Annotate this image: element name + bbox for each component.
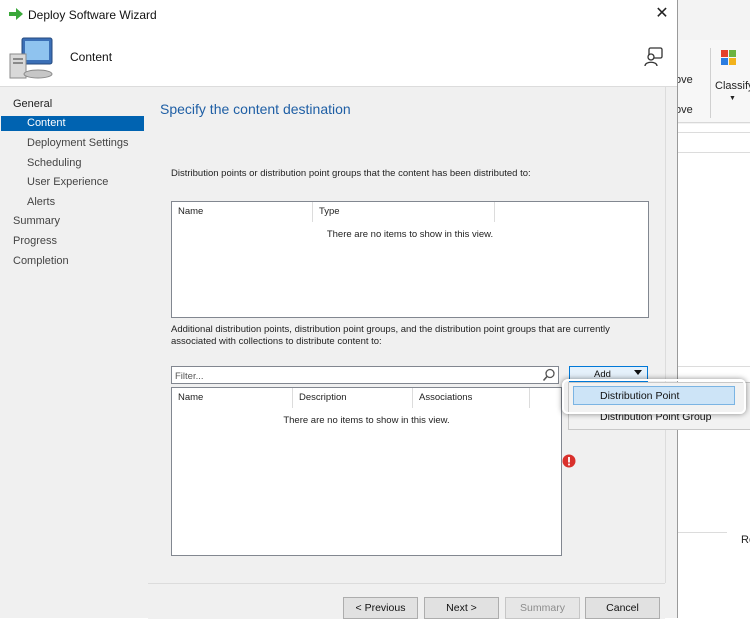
error-icon [562, 454, 576, 468]
distributed-list[interactable]: Name Type There are no items to show in … [171, 201, 649, 318]
column-header-description[interactable]: Description [293, 388, 413, 408]
content-title: Specify the content destination [160, 101, 351, 117]
wizard-header: Content [0, 28, 677, 87]
pane-divider [677, 152, 750, 153]
callout-highlight-frame [562, 379, 746, 414]
distributed-description: Distribution points or distribution poin… [171, 168, 531, 179]
nav-item-general[interactable]: General [13, 98, 52, 110]
pane-divider [677, 366, 750, 367]
cancel-button[interactable]: Cancel [585, 597, 660, 619]
additional-list[interactable]: Name Description Associations There are … [171, 387, 562, 556]
content-panel: Specify the content destination Distribu… [148, 87, 666, 583]
dropdown-arrow-icon [634, 370, 642, 375]
background-label: Re [741, 534, 750, 546]
filter-box [171, 366, 559, 385]
background-pane [677, 124, 750, 618]
ribbon-classify-label[interactable]: Classify [715, 80, 750, 92]
column-header-name[interactable]: Name [172, 202, 313, 222]
search-icon[interactable] [542, 368, 556, 382]
chevron-down-icon: ▼ [729, 95, 736, 102]
previous-button[interactable]: < Previous [343, 597, 418, 619]
nav-item-summary[interactable]: Summary [13, 215, 60, 227]
nav-item-deployment-settings[interactable]: Deployment Settings [27, 137, 129, 149]
nav-item-scheduling[interactable]: Scheduling [27, 157, 81, 169]
page-title: Content [70, 50, 113, 64]
nav-item-progress[interactable]: Progress [13, 235, 57, 247]
green-arrow-icon [9, 8, 23, 20]
computer-icon [9, 37, 53, 79]
nav-item-alerts[interactable]: Alerts [27, 196, 55, 208]
classify-icon [721, 50, 737, 66]
title-bar: Deploy Software Wizard ✕ [0, 0, 677, 28]
nav-item-user-experience[interactable]: User Experience [27, 176, 108, 188]
pane-divider [677, 532, 727, 533]
column-header-type[interactable]: Type [313, 202, 495, 222]
deploy-software-wizard-dialog: Deploy Software Wizard ✕ Content General… [0, 0, 678, 619]
empty-list-message: There are no items to show in this view. [283, 415, 450, 426]
user-feedback-icon[interactable] [642, 46, 664, 68]
window-title: Deploy Software Wizard [28, 8, 157, 22]
list-header: Name Type [172, 202, 648, 222]
ribbon-separator [710, 48, 711, 118]
column-header-name[interactable]: Name [172, 388, 293, 408]
list-header: Name Description Associations [172, 388, 561, 408]
wizard-footer: < Previous Next > Summary Cancel [148, 583, 665, 619]
wizard-content: Specify the content destination Distribu… [148, 87, 677, 619]
close-button[interactable]: ✕ [650, 3, 674, 25]
summary-button: Summary [505, 597, 580, 619]
nav-item-completion[interactable]: Completion [13, 255, 69, 267]
next-button[interactable]: Next > [424, 597, 499, 619]
nav-item-content[interactable]: Content [1, 116, 144, 131]
column-header-associations[interactable]: Associations [413, 388, 530, 408]
close-icon: ✕ [655, 5, 669, 22]
filter-input[interactable] [172, 367, 537, 385]
empty-list-message: There are no items to show in this view. [326, 229, 494, 240]
wizard-navigation: General Content Deployment Settings Sche… [0, 87, 147, 618]
background-application: ove ove Classify ▼ Re [675, 0, 750, 618]
pane-divider [677, 132, 750, 133]
additional-description: Additional distribution points, distribu… [171, 324, 610, 347]
background-ribbon: ove ove Classify ▼ [675, 40, 750, 123]
